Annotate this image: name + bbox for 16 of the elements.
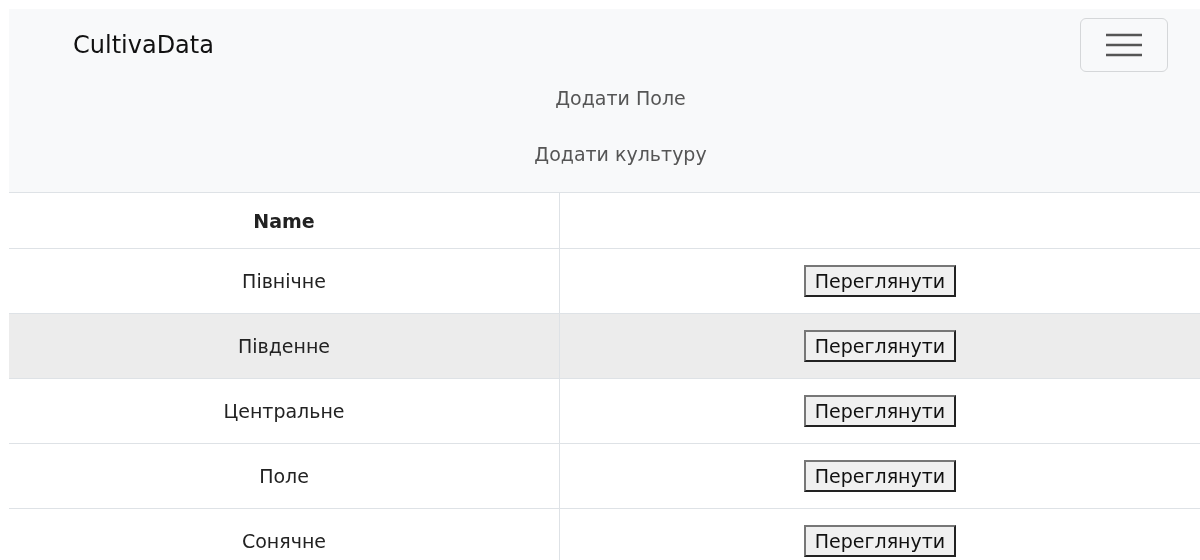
brand-link[interactable]: CultivaData <box>73 31 214 59</box>
nav-link[interactable]: Додати Поле <box>555 78 686 118</box>
view-button[interactable]: Переглянути <box>803 395 957 427</box>
nav-link[interactable]: Додати культуру <box>534 134 707 174</box>
table-cell: Поле <box>259 465 309 487</box>
view-button[interactable]: Переглянути <box>803 460 957 492</box>
view-button[interactable]: Переглянути <box>803 330 957 362</box>
column-header: Name <box>9 193 560 249</box>
menu-icon <box>1104 31 1144 59</box>
table-cell: Південне <box>237 335 331 357</box>
menu-button[interactable] <box>1080 18 1168 72</box>
table-cell: Північне <box>242 270 326 292</box>
table-cell: Сонячне <box>241 530 327 552</box>
view-button[interactable]: Переглянути <box>803 265 957 297</box>
table-cell: Центральне <box>223 400 345 422</box>
view-button[interactable]: Переглянути <box>803 525 957 557</box>
